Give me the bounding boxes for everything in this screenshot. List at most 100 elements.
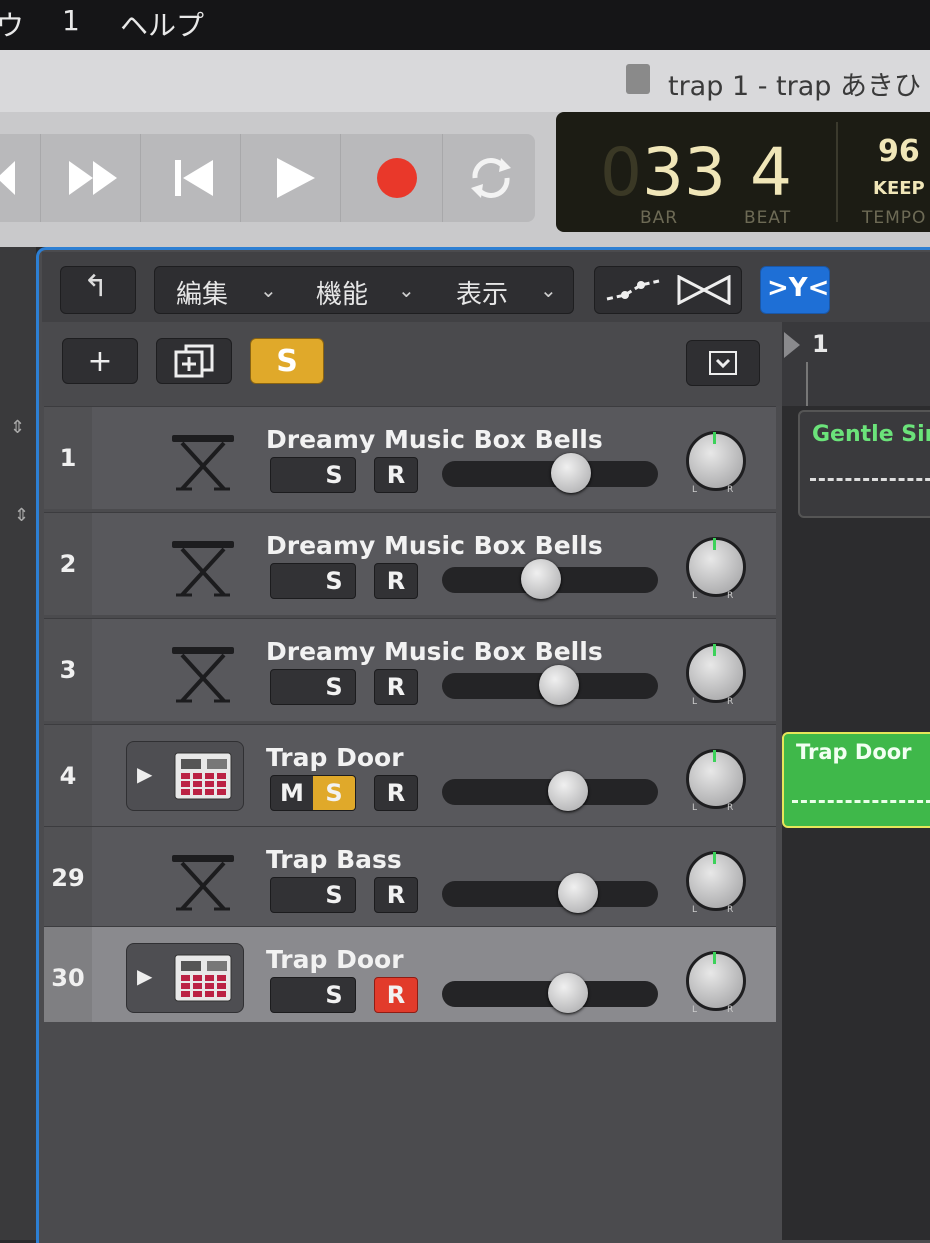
track-name[interactable]: Trap Door [266,743,404,772]
lcd-keep: KEEP [873,178,925,199]
lcd-bar: 33 [642,134,726,211]
add-track-button[interactable]: + [62,338,138,384]
pan-lr-label: LR [692,485,764,495]
fader-thumb[interactable] [548,771,588,811]
duplicate-track-button[interactable] [156,338,232,384]
global-solo-button[interactable]: S [250,338,324,384]
back-button[interactable]: ↰ [60,266,136,314]
go-to-beginning-button[interactable] [150,134,241,222]
empty-track-area[interactable] [44,1022,776,1240]
rewind-button[interactable] [0,134,41,222]
mute-button[interactable] [271,878,313,912]
track-row[interactable]: 4 ▶ Trap Door M S R LR [44,724,776,827]
track-name[interactable]: Trap Door [266,945,404,974]
keyboard-stand-icon [168,641,238,709]
keyboard-stand-icon [168,535,238,603]
chevron-down-icon: ⌄ [260,278,277,302]
record-enable-button[interactable]: R [374,877,418,913]
stepper-icon[interactable]: ⇕ [14,505,29,526]
pan-knob[interactable] [686,431,746,491]
function-menu[interactable]: 機能 [316,274,368,311]
volume-fader[interactable] [442,873,658,913]
left-inspector-strip: ⇕ ⇕ [0,247,36,1240]
menu-item-truncated[interactable]: ウ [0,4,24,44]
dropdown-box-icon [709,351,737,375]
solo-button[interactable]: S [313,670,355,704]
track-name[interactable]: Dreamy Music Box Bells [266,531,603,560]
mute-solo-group: MS [270,775,356,811]
track-name[interactable]: Dreamy Music Box Bells [266,637,603,666]
menu-item-help[interactable]: ヘルプ [120,4,204,44]
automation-icon[interactable] [605,277,661,303]
playhead-marker-icon [784,332,800,358]
track-row[interactable]: 29 Trap Bass S R LR [44,826,776,929]
view-menu[interactable]: 表示 [456,274,508,311]
mute-button[interactable] [271,978,313,1012]
disclosure-triangle-icon[interactable]: ▶ [137,964,152,988]
pan-knob[interactable] [686,951,746,1011]
record-enable-button[interactable]: R [374,977,418,1013]
cycle-icon [471,158,511,198]
mute-button[interactable]: M [271,776,313,810]
track-icon-box[interactable]: ▶ [126,943,244,1013]
pan-knob[interactable] [686,537,746,597]
plus-icon: + [87,343,113,379]
record-button[interactable] [352,134,443,222]
fader-thumb[interactable] [521,559,561,599]
solo-button[interactable]: S [313,564,355,598]
cycle-button[interactable] [446,134,536,222]
track-icon-box[interactable]: ▶ [126,741,244,811]
fader-thumb[interactable] [558,873,598,913]
play-button[interactable] [250,134,341,222]
mute-button[interactable] [271,670,313,704]
track-row[interactable]: 3 Dreamy Music Box Bells S R LR [44,618,776,721]
record-enable-button[interactable]: R [374,669,418,705]
fast-forward-button[interactable] [50,134,141,222]
catch-button[interactable]: >Y< [760,266,830,314]
solo-button[interactable]: S [313,978,355,1012]
flex-icon[interactable] [677,275,731,305]
track-name[interactable]: Dreamy Music Box Bells [266,425,603,454]
keyboard-stand-icon [168,849,238,917]
play-icon [277,158,315,198]
track-options-button[interactable] [686,340,760,386]
track-row[interactable]: 30 ▶ Trap Door S R LR [44,926,776,1029]
volume-fader[interactable] [442,453,658,493]
track-row[interactable]: 1 Dreamy Music Box Bells S R LR [44,406,776,509]
region-label: Gentle Sin [812,422,930,447]
record-enable-button[interactable]: R [374,775,418,811]
mute-solo-group: S [270,977,356,1013]
track-name[interactable]: Trap Bass [266,845,402,874]
pan-knob[interactable] [686,749,746,809]
volume-fader[interactable] [442,771,658,811]
pan-lr-label: LR [692,905,764,915]
fader-thumb[interactable] [539,665,579,705]
solo-button[interactable]: S [313,458,355,492]
arrange-area[interactable]: Gentle Sin Trap Door [782,406,930,1240]
mute-button[interactable] [271,458,313,492]
region-trap-door[interactable]: Trap Door [782,732,930,828]
record-enable-button[interactable]: R [374,563,418,599]
timeline-ruler[interactable]: 1 [782,322,930,406]
pan-knob[interactable] [686,851,746,911]
mute-button[interactable] [271,564,313,598]
volume-fader[interactable] [442,973,658,1013]
disclosure-triangle-icon[interactable]: ▶ [137,762,152,786]
stepper-icon[interactable]: ⇕ [10,417,25,438]
record-enable-button[interactable]: R [374,457,418,493]
volume-fader[interactable] [442,559,658,599]
pan-knob[interactable] [686,643,746,703]
solo-button[interactable]: S [313,776,355,810]
track-number: 4 [44,725,92,827]
lcd-display[interactable]: 0 33 4 BAR BEAT 96 KEEP TEMPO [556,112,930,232]
solo-button[interactable]: S [313,878,355,912]
lcd-bar-prefix: 0 [600,134,642,211]
region-gentle-sine[interactable]: Gentle Sin [798,410,930,518]
track-number: 30 [44,927,92,1029]
fader-thumb[interactable] [551,453,591,493]
edit-menu[interactable]: 編集 [176,274,228,311]
fader-thumb[interactable] [548,973,588,1013]
volume-fader[interactable] [442,665,658,705]
menu-item-1[interactable]: 1 [62,4,80,37]
track-row[interactable]: 2 Dreamy Music Box Bells S R LR [44,512,776,615]
